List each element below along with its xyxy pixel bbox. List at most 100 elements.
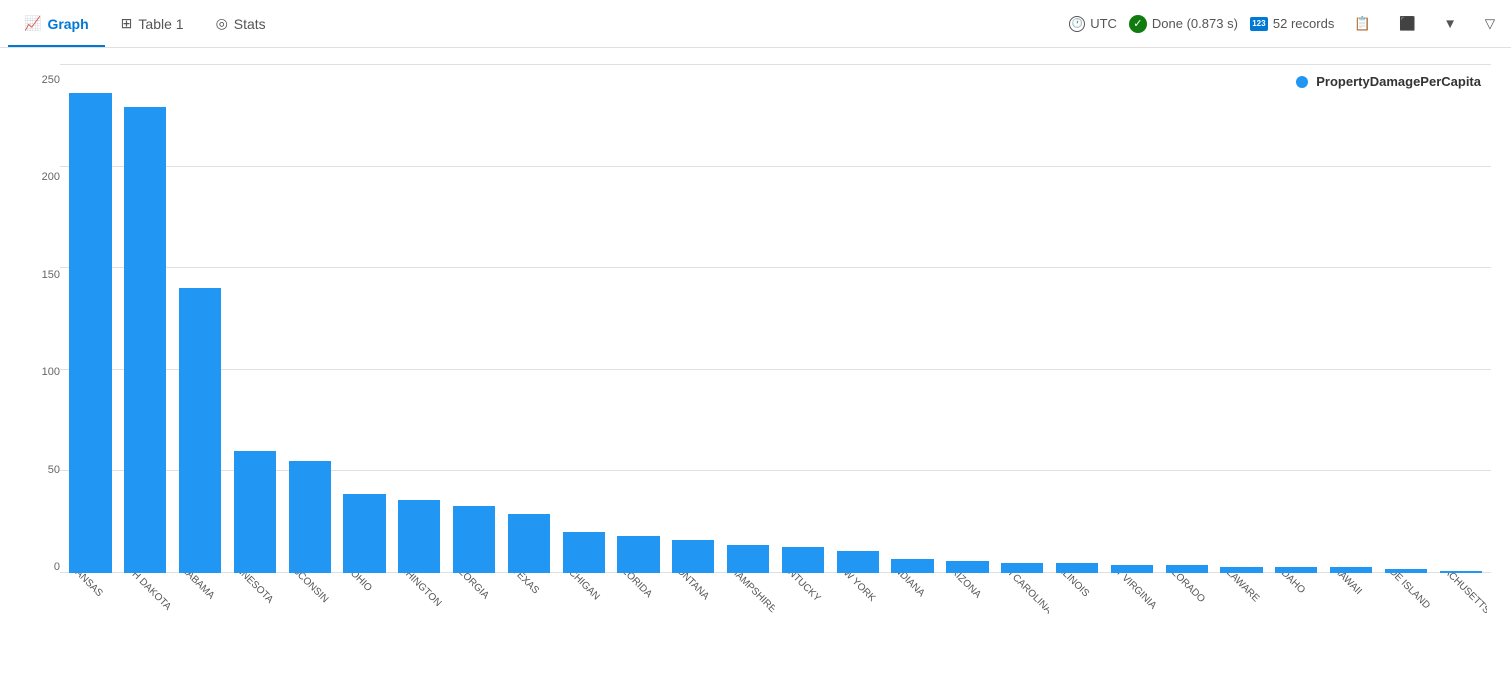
x-label-wrapper: KENTUCKY [777,573,830,693]
chart-container: 050100150200250 KANSAS NORTH DAKOTAALABAM… [0,48,1511,693]
x-label-wrapper: SOUTH CAROLINA [996,573,1049,693]
bar-wrapper[interactable] [1380,64,1433,573]
bar-wrapper[interactable] [1160,64,1213,573]
bar-wrapper[interactable] [886,64,939,573]
tab-stats-label: Stats [234,16,266,32]
x-label-wrapper: ARIZONA [941,573,994,693]
x-label-wrapper: WISCONSIN [283,573,336,693]
grid-and-bars: KANSAS NORTH DAKOTAALABAMA MINNESOTAWISCON… [60,64,1491,693]
x-axis-label: ALABAMA [176,573,217,601]
bar-wrapper[interactable] [1270,64,1323,573]
bar-wrapper[interactable] [1325,64,1378,573]
x-axis-label: MONTANA [668,573,711,602]
bar-wrapper[interactable] [503,64,556,573]
x-labels: KANSAS NORTH DAKOTAALABAMA MINNESOTAWISCON… [60,573,1491,693]
x-label-wrapper: WASHINGTON [393,573,446,693]
x-label-wrapper: WEST VIRGINIA [1105,573,1158,693]
x-axis-label: KANSAS [68,573,104,599]
bar-wrapper[interactable] [557,64,610,573]
x-axis-label: MINNESOTA [228,573,275,606]
x-axis-label: MASSACHUSETTS [1434,573,1487,616]
bar-wrapper[interactable] [777,64,830,573]
x-axis-label: TEXAS [510,573,541,596]
tab-table[interactable]: ⊞ Table 1 [105,0,200,47]
bar [891,559,933,573]
bar-wrapper[interactable] [831,64,884,573]
x-axis-label: NEW YORK [831,573,877,604]
table-icon: ⊞ [121,15,133,32]
bar-wrapper[interactable] [1105,64,1158,573]
collapse-button[interactable]: ▽ [1477,12,1503,36]
x-label-wrapper: MONTANA [667,573,720,693]
bar [782,547,824,573]
x-axis-label: WASHINGTON [393,573,444,609]
graph-icon: 📈 [24,15,41,32]
bar [1056,563,1098,573]
x-label-wrapper: NEW YORK [831,573,884,693]
bar [837,551,879,573]
y-axis: 050100150200250 [20,64,60,693]
bar-wrapper[interactable] [612,64,665,573]
stats-icon: ◎ [216,15,228,32]
x-axis-label: WISCONSIN [283,573,330,605]
chart-inner: KANSAS NORTH DAKOTAALABAMA MINNESOTAWISCON… [60,64,1491,693]
x-label-wrapper: NEW HAMPSHIRE [722,573,775,693]
bar-wrapper[interactable] [996,64,1049,573]
bar-wrapper[interactable] [1051,64,1104,573]
done-label: Done (0.873 s) [1152,16,1238,31]
bar-wrapper[interactable] [667,64,720,573]
tab-graph[interactable]: 📈 Graph [8,0,105,47]
records-status: 123 52 records [1250,16,1334,31]
legend-label: PropertyDamagePerCapita [1316,74,1481,89]
x-axis-label: NORTH DAKOTA [119,573,172,613]
x-axis-label: ARIZONA [944,573,983,600]
x-label-wrapper: INDIANA [886,573,939,693]
legend: PropertyDamagePerCapita [1296,74,1481,89]
x-label-wrapper: DELAWARE [1215,573,1268,693]
bar-wrapper[interactable] [174,64,227,573]
top-right-controls: 🕐 UTC ✓ Done (0.873 s) 123 52 records 📋 … [1069,12,1503,36]
utc-status: 🕐 UTC [1069,16,1117,32]
bar-wrapper[interactable] [941,64,994,573]
export-button[interactable]: ⬛ [1391,12,1424,36]
top-bar: 📈 Graph ⊞ Table 1 ◎ Stats 🕐 UTC ✓ Done (… [0,0,1511,48]
x-label-wrapper: ILLINOIS [1051,573,1104,693]
x-label-wrapper: NORTH DAKOTA [119,573,172,693]
bar-wrapper[interactable] [338,64,391,573]
x-label-wrapper: MASSACHUSETTS [1434,573,1487,693]
bar-wrapper[interactable] [119,64,172,573]
bar-wrapper[interactable] [722,64,775,573]
bar [617,536,659,573]
bar [563,532,605,573]
bar [1166,565,1208,573]
bar-wrapper[interactable] [448,64,501,573]
bar [727,545,769,574]
bar [453,506,495,573]
bar-wrapper[interactable] [1434,64,1487,573]
x-axis-label: ILLINOIS [1055,573,1092,599]
bar-wrapper[interactable] [283,64,336,573]
x-label-wrapper: KANSAS [64,573,117,693]
bar [179,288,221,573]
done-status: ✓ Done (0.873 s) [1129,15,1238,33]
bar [124,107,166,573]
x-label-wrapper: GEORGIA [448,573,501,693]
bar-wrapper[interactable] [64,64,117,573]
records-label: 52 records [1273,16,1334,31]
bar-wrapper[interactable] [1215,64,1268,573]
bar-wrapper[interactable] [228,64,281,573]
y-axis-label: 50 [20,464,60,476]
tab-graph-label: Graph [47,16,88,32]
x-axis-label: IDAHO [1277,573,1307,596]
x-label-wrapper: RHODE ISLAND [1380,573,1433,693]
copy-button[interactable]: 📋 [1346,12,1379,36]
bar [946,561,988,573]
expand-button[interactable]: ▼ [1436,12,1465,35]
bars-area [60,64,1491,573]
x-axis-label: HAWAII [1331,573,1363,597]
tab-table-label: Table 1 [138,16,183,32]
x-label-wrapper: HAWAII [1325,573,1378,693]
x-axis-label: MICHIGAN [558,573,601,602]
bar-wrapper[interactable] [393,64,446,573]
tab-stats[interactable]: ◎ Stats [200,0,282,47]
